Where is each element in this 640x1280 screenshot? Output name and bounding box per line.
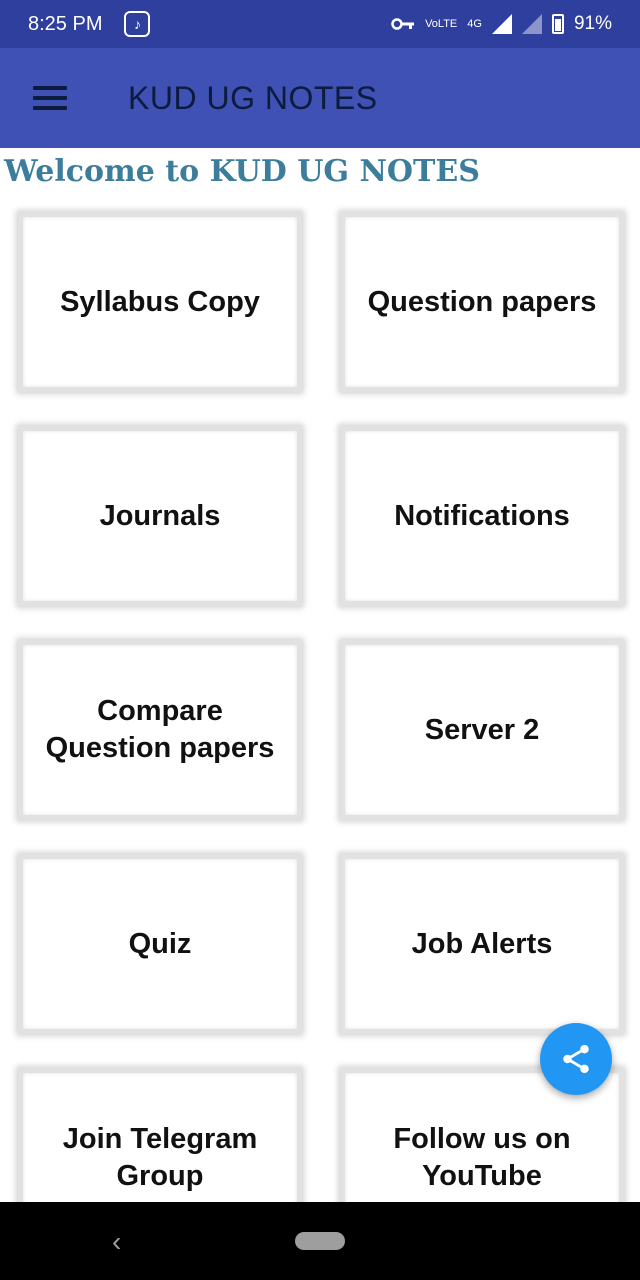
question-papers-card[interactable]: Question papers [340,212,624,392]
home-pill-icon[interactable] [295,1232,345,1250]
signal-strength-sim2-icon [521,14,542,34]
volte-indicator: VoLTE [425,18,458,30]
battery-percentage: 91% [573,13,612,34]
card-label: Syllabus Copy [60,285,260,318]
share-button[interactable] [540,1023,612,1095]
syllabus-copy-card[interactable]: Syllabus Copy [18,212,302,392]
card-label: Job Alerts [411,927,553,960]
journals-card[interactable]: Journals [18,426,302,606]
status-bar: 8:25 PM ♪ VoLTE 4G 91% [0,0,640,48]
status-time: 8:25 PM [28,12,103,35]
card-label: Notifications [394,499,570,532]
saavn-icon: ♪ [124,11,151,37]
app-title: KUD UG NOTES [128,79,378,116]
job-alerts-card[interactable]: Job Alerts [340,854,624,1034]
server-2-card[interactable]: Server 2 [340,640,624,820]
notifications-card[interactable]: Notifications [340,426,624,606]
app-bar: KUD UG NOTES [0,48,640,148]
navigation-bar: ‹ [0,1202,640,1280]
card-label: Journals [99,499,221,532]
card-label: Quiz [128,927,192,960]
card-label: Follow us on YouTube [393,1123,571,1192]
battery-icon [551,14,564,34]
vpn-key-icon [391,18,415,30]
signal-strength-icon [491,14,512,34]
back-chevron-icon[interactable]: ‹ [112,1226,121,1258]
status-icons: VoLTE 4G 91% [391,13,612,35]
card-label: Server 2 [424,713,540,746]
card-label: Join Telegram Group [62,1123,258,1192]
compare-question-papers-card[interactable]: Compare Question papers [18,640,302,820]
hamburger-menu-icon[interactable] [33,86,67,110]
card-label: Question papers [367,285,597,318]
menu-grid: Syllabus Copy Question papers Journals N… [18,212,624,1248]
card-label: Compare Question papers [45,695,275,764]
network-type: 4G [467,18,482,30]
welcome-heading: Welcome to KUD UG NOTES [4,154,480,189]
share-icon [563,1044,589,1074]
quiz-card[interactable]: Quiz [18,854,302,1034]
